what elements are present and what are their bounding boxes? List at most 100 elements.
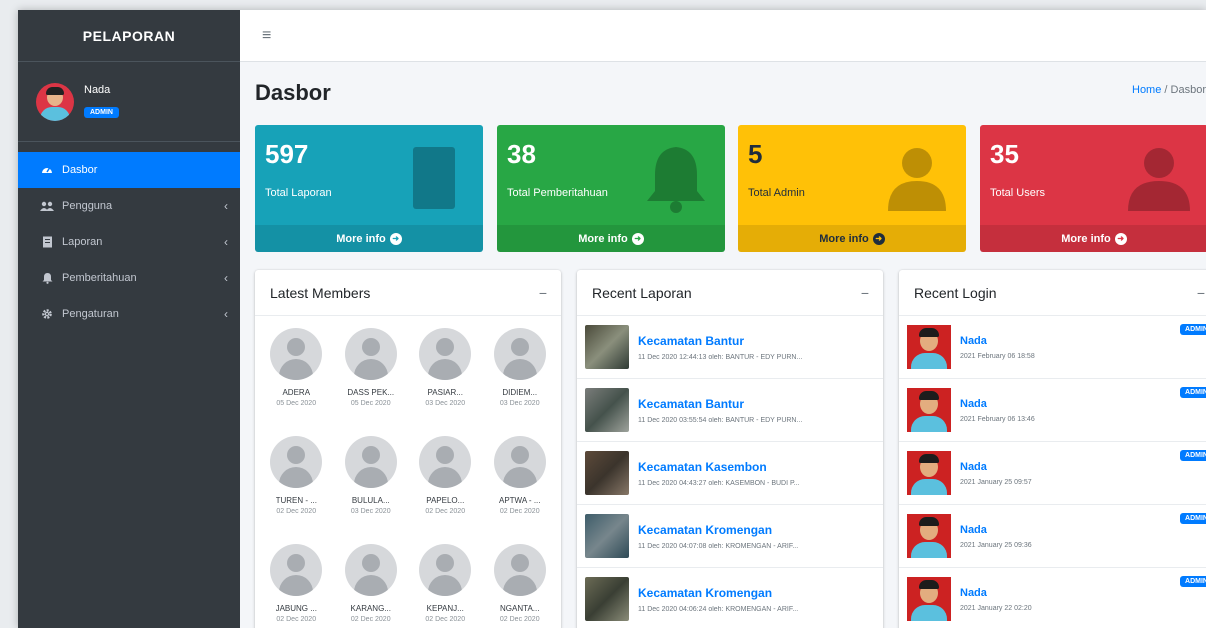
more-info-link[interactable]: More info ➜ bbox=[738, 225, 966, 252]
member-name[interactable]: PAPELO... bbox=[426, 496, 464, 505]
member-name[interactable]: JABUNG ... bbox=[276, 604, 317, 613]
member-item[interactable]: KEPANJ... 02 Dec 2020 bbox=[408, 538, 483, 628]
member-name[interactable]: KARANG... bbox=[351, 604, 391, 613]
member-date: 03 Dec 2020 bbox=[425, 400, 466, 407]
report-thumbnail bbox=[585, 451, 629, 495]
member-avatar bbox=[419, 328, 472, 380]
role-badge: ADMIN bbox=[1180, 387, 1206, 398]
breadcrumb: Home / Dasbor bbox=[1132, 84, 1206, 96]
more-info-link[interactable]: More info ➜ bbox=[497, 225, 725, 252]
login-user-photo bbox=[907, 451, 951, 495]
login-item[interactable]: Nada 2021 February 06 13:46 ADMIN bbox=[899, 379, 1206, 442]
dashboard-icon bbox=[40, 163, 54, 177]
report-item[interactable]: Kecamatan Kasembon 11 Dec 2020 04:43:27 o… bbox=[577, 442, 883, 505]
login-time: 2021 January 25 09:57 bbox=[960, 478, 1032, 486]
breadcrumb-home-link[interactable]: Home bbox=[1132, 84, 1161, 96]
member-name[interactable]: KEPANJ... bbox=[427, 604, 464, 613]
member-name[interactable]: DASS PEK... bbox=[347, 388, 394, 397]
report-thumbnail bbox=[585, 325, 629, 369]
report-description: 11 Dec 2020 04:07:08 oleh: KROMENGAN - A… bbox=[638, 542, 799, 550]
arrow-circle-right-icon: ➜ bbox=[631, 232, 644, 245]
sidebar-nav: Dasbor Pengguna ‹ Laporan ‹ Pemberitahua… bbox=[18, 152, 240, 332]
login-user-name[interactable]: Nada bbox=[960, 524, 1032, 536]
bell-icon bbox=[647, 147, 705, 213]
report-item[interactable]: Kecamatan Bantur 11 Dec 2020 12:44:13 ole… bbox=[577, 316, 883, 379]
report-thumbnail bbox=[585, 514, 629, 558]
member-item[interactable]: PASIAR... 03 Dec 2020 bbox=[408, 322, 483, 426]
member-date: 02 Dec 2020 bbox=[276, 616, 317, 623]
hamburger-icon[interactable]: ≡ bbox=[262, 27, 271, 45]
brand-logo[interactable]: PELAPORAN bbox=[18, 10, 240, 62]
collapse-icon[interactable]: − bbox=[861, 285, 869, 301]
chevron-left-icon: ‹ bbox=[224, 235, 228, 249]
bell-icon bbox=[40, 271, 54, 285]
login-user-name[interactable]: Nada bbox=[960, 587, 1032, 599]
member-name[interactable]: BULULA... bbox=[352, 496, 390, 505]
stat-value: 38 bbox=[507, 139, 536, 169]
report-title-link[interactable]: Kecamatan Kasembon bbox=[638, 460, 800, 474]
member-name[interactable]: ADERA bbox=[282, 388, 310, 397]
user-role-badge: ADMIN bbox=[84, 107, 119, 118]
more-info-link[interactable]: More info ➜ bbox=[255, 225, 483, 252]
report-title-link[interactable]: Kecamatan Bantur bbox=[638, 397, 802, 411]
member-name[interactable]: TUREN - ... bbox=[276, 496, 317, 505]
member-date: 02 Dec 2020 bbox=[425, 508, 466, 515]
sidebar-item-pengaturan[interactable]: Pengaturan ‹ bbox=[18, 296, 240, 332]
app-window: PELAPORAN Nada ADMIN Dasbor Pengguna ‹ L… bbox=[18, 10, 1206, 628]
login-time: 2021 February 06 13:46 bbox=[960, 415, 1035, 423]
login-user-name[interactable]: Nada bbox=[960, 335, 1035, 347]
card-header: Recent Laporan − bbox=[577, 270, 883, 316]
role-badge: ADMIN bbox=[1180, 324, 1206, 335]
breadcrumb-current: Dasbor bbox=[1170, 84, 1206, 96]
more-info-label: More info bbox=[1061, 232, 1111, 245]
member-date: 02 Dec 2020 bbox=[499, 616, 540, 623]
stat-value: 5 bbox=[748, 139, 763, 169]
login-item[interactable]: Nada 2021 January 25 09:36 ADMIN bbox=[899, 505, 1206, 568]
stat-label: Total Pemberitahuan bbox=[507, 187, 608, 199]
member-avatar bbox=[419, 544, 472, 596]
member-date: 05 Dec 2020 bbox=[276, 400, 317, 407]
login-item[interactable]: Nada 2021 February 06 18:58 ADMIN bbox=[899, 316, 1206, 379]
login-item[interactable]: Nada 2021 January 25 09:57 ADMIN bbox=[899, 442, 1206, 505]
login-user-name[interactable]: Nada bbox=[960, 398, 1035, 410]
more-info-label: More info bbox=[819, 232, 869, 245]
report-item[interactable]: Kecamatan Bantur 11 Dec 2020 03:55:54 ole… bbox=[577, 379, 883, 442]
member-name[interactable]: NGANTA... bbox=[500, 604, 539, 613]
stat-label: Total Admin bbox=[748, 187, 805, 199]
latest-members-card: Latest Members − ADERA 05 Dec 2020 DASS P… bbox=[255, 270, 561, 628]
report-item[interactable]: Kecamatan Kromengan 11 Dec 2020 04:07:08 … bbox=[577, 505, 883, 568]
member-item[interactable]: NGANTA... 02 Dec 2020 bbox=[483, 538, 558, 628]
login-user-photo bbox=[907, 388, 951, 432]
member-name[interactable]: DIDIEM... bbox=[502, 388, 537, 397]
member-item[interactable]: ADERA 05 Dec 2020 bbox=[259, 322, 334, 426]
more-info-link[interactable]: More info ➜ bbox=[980, 225, 1206, 252]
sidebar-item-laporan[interactable]: Laporan ‹ bbox=[18, 224, 240, 260]
login-item[interactable]: Nada 2021 January 22 02:20 ADMIN bbox=[899, 568, 1206, 628]
admin-user-icon bbox=[888, 148, 946, 211]
sidebar-item-pengguna[interactable]: Pengguna ‹ bbox=[18, 188, 240, 224]
member-item[interactable]: JABUNG ... 02 Dec 2020 bbox=[259, 538, 334, 628]
member-name[interactable]: APTWA - ... bbox=[499, 496, 540, 505]
member-item[interactable]: BULULA... 03 Dec 2020 bbox=[334, 430, 409, 534]
sidebar-item-pemberitahuan[interactable]: Pemberitahuan ‹ bbox=[18, 260, 240, 296]
member-item[interactable]: TUREN - ... 02 Dec 2020 bbox=[259, 430, 334, 534]
sidebar-item-label: Pengguna bbox=[62, 200, 113, 212]
user-panel[interactable]: Nada ADMIN bbox=[18, 62, 240, 142]
report-item[interactable]: Kecamatan Kromengan 11 Dec 2020 04:06:24 … bbox=[577, 568, 883, 628]
member-name[interactable]: PASIAR... bbox=[428, 388, 463, 397]
member-item[interactable]: DASS PEK... 05 Dec 2020 bbox=[334, 322, 409, 426]
report-title-link[interactable]: Kecamatan Kromengan bbox=[638, 523, 798, 537]
report-title-link[interactable]: Kecamatan Bantur bbox=[638, 334, 802, 348]
member-item[interactable]: PAPELO... 02 Dec 2020 bbox=[408, 430, 483, 534]
collapse-icon[interactable]: − bbox=[1197, 285, 1205, 301]
sidebar-item-dasbor[interactable]: Dasbor bbox=[18, 152, 240, 188]
member-item[interactable]: DIDIEM... 03 Dec 2020 bbox=[483, 322, 558, 426]
breadcrumb-separator: / bbox=[1164, 84, 1168, 96]
member-date: 02 Dec 2020 bbox=[499, 508, 540, 515]
member-item[interactable]: APTWA - ... 02 Dec 2020 bbox=[483, 430, 558, 534]
login-user-name[interactable]: Nada bbox=[960, 461, 1032, 473]
report-title-link[interactable]: Kecamatan Kromengan bbox=[638, 586, 798, 600]
user-name[interactable]: Nada bbox=[84, 84, 119, 96]
collapse-icon[interactable]: − bbox=[539, 285, 547, 301]
member-item[interactable]: KARANG... 02 Dec 2020 bbox=[334, 538, 409, 628]
